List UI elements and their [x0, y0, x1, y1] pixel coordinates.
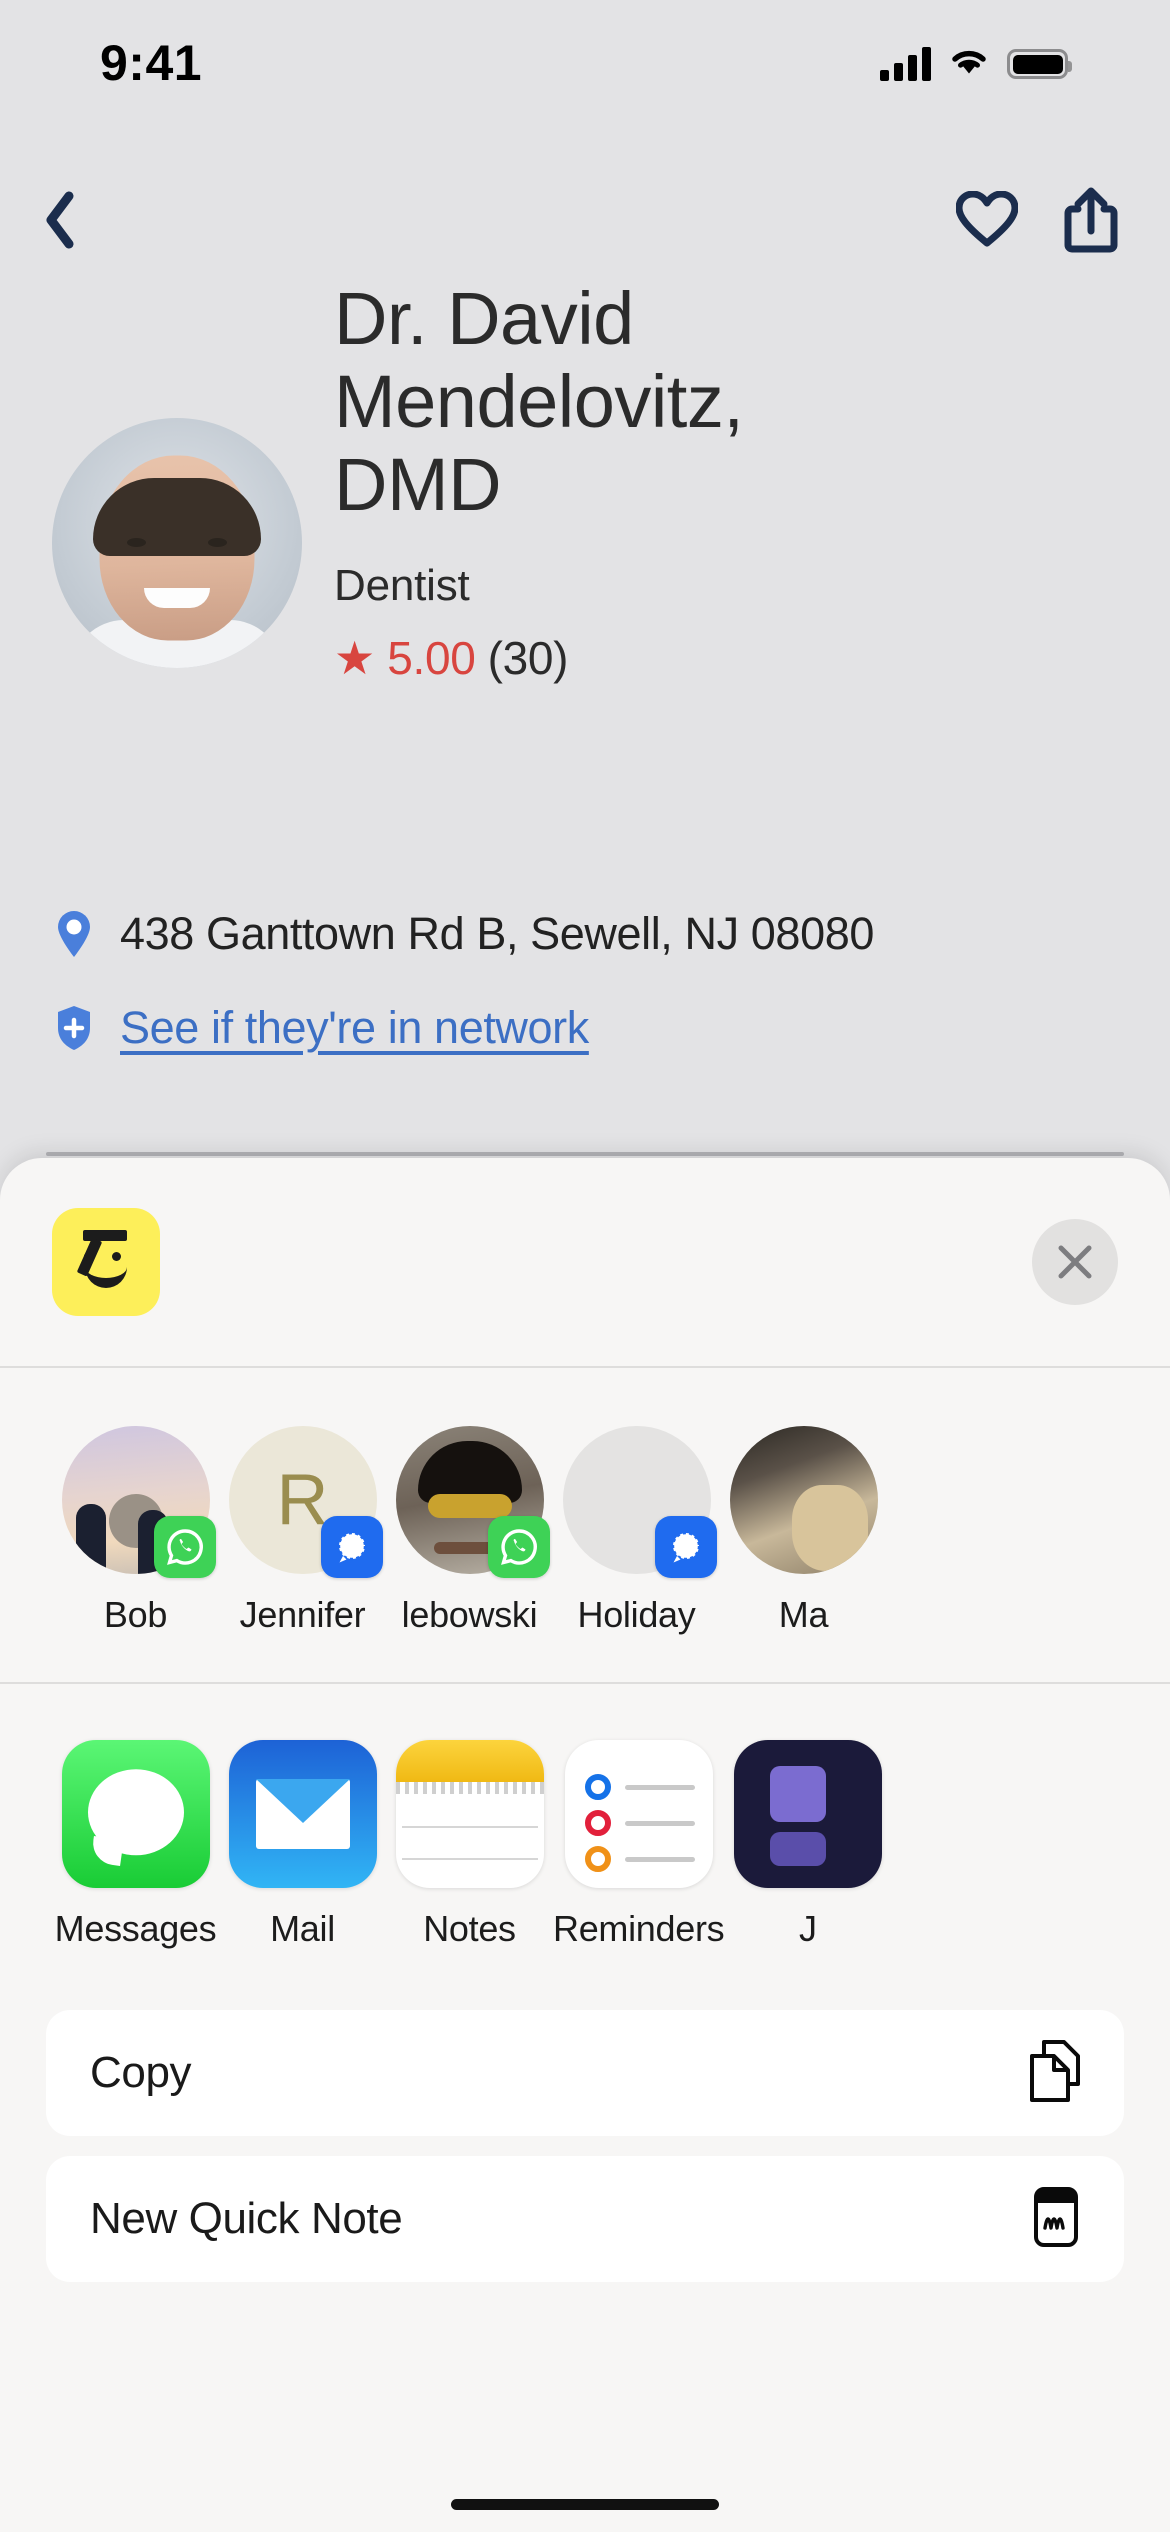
- app-label: Mail: [270, 1908, 335, 1949]
- cellular-signal-icon: [880, 47, 931, 81]
- contact-item[interactable]: Ma: [720, 1426, 887, 1636]
- contacts-row[interactable]: Bob R Jennifer lebowski Holiday Ma: [0, 1368, 1170, 1682]
- contact-item[interactable]: Bob: [52, 1426, 219, 1636]
- address-row[interactable]: 438 Ganttown Rd B, Sewell, NJ 08080: [52, 908, 1118, 960]
- status-bar: 9:41: [0, 0, 1170, 118]
- home-indicator: [451, 2499, 719, 2510]
- network-check-row[interactable]: See if they're in network: [52, 1002, 1118, 1054]
- whatsapp-icon: [153, 1516, 216, 1578]
- address-text: 438 Ganttown Rd B, Sewell, NJ 08080: [120, 908, 874, 959]
- doctor-profile-header: Dr. David Mendelovitz, DMD Dentist ★ 5.0…: [0, 277, 1170, 685]
- action-label: New Quick Note: [90, 2194, 403, 2243]
- heart-outline-icon[interactable]: [956, 191, 1018, 249]
- star-icon: ★: [334, 631, 376, 684]
- nav-actions: [956, 187, 1118, 253]
- app-label: Reminders: [553, 1908, 725, 1949]
- iphone-screen: 9:41 Dr. David Mendelovitz, DMD Dentist …: [0, 0, 1170, 2532]
- quick-note-icon: [1028, 2186, 1084, 2253]
- new-quick-note-action-row[interactable]: New Quick Note: [46, 2156, 1124, 2282]
- app-item-notes[interactable]: Notes: [386, 1740, 553, 1950]
- practice-info: 438 Ganttown Rd B, Sewell, NJ 08080 See …: [0, 908, 1170, 1054]
- doctor-headshot-avatar: [52, 418, 302, 668]
- rating-row: ★ 5.00 (30): [334, 631, 914, 685]
- wifi-icon: [949, 47, 989, 82]
- app-item-reminders[interactable]: Reminders: [553, 1740, 725, 1950]
- shield-plus-icon: [52, 1004, 96, 1052]
- zocdoc-app-icon: [52, 1208, 160, 1316]
- close-icon[interactable]: [1032, 1219, 1118, 1305]
- jira-app-icon: [733, 1740, 882, 1888]
- sheet-grabber-line: [46, 1152, 1124, 1156]
- copy-documents-icon: [1026, 2038, 1084, 2109]
- page-title: Dr. David Mendelovitz, DMD: [334, 277, 744, 526]
- share-sheet: Bob R Jennifer lebowski Holiday Ma Messa…: [0, 1158, 1170, 2532]
- doctor-specialty: Dentist: [334, 560, 470, 610]
- battery-full-icon: [1007, 49, 1072, 79]
- contact-name: Bob: [103, 1594, 168, 1635]
- notes-app-icon: [395, 1740, 544, 1888]
- app-label: Messages: [54, 1908, 217, 1949]
- app-item-mail[interactable]: Mail: [219, 1740, 386, 1950]
- contact-name: Jennifer: [239, 1594, 366, 1635]
- contact-item[interactable]: Holiday: [553, 1426, 720, 1636]
- avatar: [395, 1426, 550, 1578]
- share-up-arrow-icon[interactable]: [1064, 187, 1118, 253]
- mail-app-icon: [228, 1740, 377, 1888]
- avatar: [61, 1426, 216, 1578]
- back-chevron-icon[interactable]: [40, 190, 80, 250]
- navigation-bar: [0, 175, 1170, 265]
- map-pin-icon: [52, 909, 96, 959]
- avatar: [562, 1426, 717, 1578]
- in-network-link[interactable]: See if they're in network: [120, 1002, 589, 1054]
- avatar: [729, 1426, 878, 1574]
- app-item-messages[interactable]: Messages: [52, 1740, 219, 1950]
- copy-action-row[interactable]: Copy: [46, 2010, 1124, 2136]
- contact-name: lebowski: [401, 1594, 538, 1635]
- avatar: R: [228, 1426, 383, 1578]
- share-sheet-header: [0, 1158, 1170, 1366]
- rating-count: (30): [487, 631, 569, 684]
- action-list: Copy New Quick Note: [0, 1996, 1170, 2282]
- contact-name: Ma: [778, 1594, 829, 1635]
- app-label: J: [799, 1908, 817, 1949]
- rating-value: 5.00: [387, 631, 476, 684]
- profile-text-block: Dr. David Mendelovitz, DMD Dentist ★ 5.0…: [334, 277, 914, 685]
- contact-name: Holiday: [577, 1594, 696, 1635]
- status-bar-time: 9:41: [100, 35, 203, 91]
- apps-row[interactable]: Messages Mail Notes Reminders J: [0, 1684, 1170, 1996]
- signal-icon: [654, 1516, 717, 1578]
- contact-item[interactable]: R Jennifer: [219, 1426, 386, 1636]
- signal-icon: [320, 1516, 383, 1578]
- action-label: Copy: [90, 2048, 192, 2097]
- messages-app-icon: [61, 1740, 210, 1888]
- app-item-jira[interactable]: J: [724, 1740, 891, 1950]
- app-label: Notes: [423, 1908, 516, 1949]
- status-bar-indicators: [880, 47, 1072, 82]
- reminders-app-icon: [564, 1740, 713, 1888]
- whatsapp-icon: [487, 1516, 550, 1578]
- contact-item[interactable]: lebowski: [386, 1426, 553, 1636]
